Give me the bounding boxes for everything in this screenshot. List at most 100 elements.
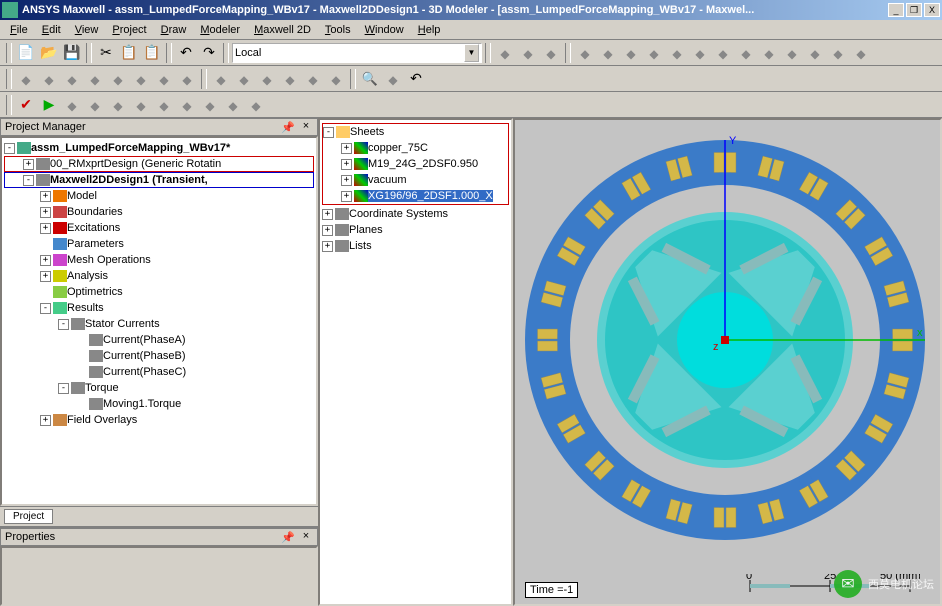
tool-btn[interactable] [597,42,619,64]
sim-btn[interactable] [130,94,152,116]
menu-view[interactable]: View [69,22,105,38]
draw-btn[interactable] [38,68,60,90]
sim-btn[interactable] [176,94,198,116]
draw-btn[interactable] [130,68,152,90]
cut-button[interactable] [95,42,117,64]
menu-project[interactable]: Project [106,22,152,38]
expand-icon[interactable]: + [40,255,51,266]
zoom-btn[interactable] [359,68,381,90]
menu-window[interactable]: Window [359,22,410,38]
sim-btn[interactable] [61,94,83,116]
tool-btn[interactable] [850,42,872,64]
expand-icon[interactable]: + [322,209,333,220]
tree-item[interactable]: Current(PhaseB) [4,348,314,364]
expand-icon[interactable]: - [4,143,15,154]
sim-btn[interactable] [199,94,221,116]
toolbar-grip[interactable] [6,43,12,63]
expand-icon[interactable]: + [322,241,333,252]
menu-draw[interactable]: Draw [155,22,193,38]
tree-item[interactable]: +Model [4,188,314,204]
menu-maxwell2d[interactable]: Maxwell 2D [248,22,317,38]
draw-btn[interactable] [210,68,232,90]
tool-btn[interactable] [517,42,539,64]
tree-item[interactable]: -Results [4,300,314,316]
tool-btn[interactable] [620,42,642,64]
tool-btn[interactable] [827,42,849,64]
tree-root[interactable]: - assm_LumpedForceMapping_WBv17* [4,140,314,156]
tree-item[interactable]: Moving1.Torque [4,396,314,412]
tool-btn[interactable] [804,42,826,64]
expand-icon[interactable]: + [40,415,51,426]
expand-icon[interactable]: - [323,127,334,138]
expand-icon[interactable]: + [40,271,51,282]
sim-btn[interactable] [84,94,106,116]
pin-icon[interactable]: 📌 [281,121,295,134]
coord-system-combo[interactable]: Local ▼ [232,43,482,63]
expand-icon[interactable]: + [40,223,51,234]
project-tree[interactable]: - assm_LumpedForceMapping_WBv17* +00_RMx… [0,136,318,506]
menu-help[interactable]: Help [412,22,447,38]
tab-project[interactable]: Project [4,509,53,524]
sim-btn[interactable] [245,94,267,116]
pin-icon[interactable]: 📌 [281,531,295,544]
expand-icon[interactable]: + [341,175,352,186]
sim-btn[interactable] [107,94,129,116]
model-tree[interactable]: - Sheets +copper_75C+M19_24G_2DSF0.950+v… [318,118,513,606]
draw-btn[interactable] [302,68,324,90]
tree-item[interactable]: +00_RMxprtDesign (Generic Rotatin [4,156,314,172]
toolbar-grip[interactable] [6,95,12,115]
toolbar-grip[interactable] [6,69,12,89]
tree-item[interactable]: Parameters [4,236,314,252]
model-tree-item[interactable]: +copper_75C [323,140,508,156]
menu-edit[interactable]: Edit [36,22,67,38]
tool-btn[interactable] [666,42,688,64]
tree-item[interactable]: -Stator Currents [4,316,314,332]
draw-btn[interactable] [84,68,106,90]
model-tree-root[interactable]: - Sheets [323,124,508,140]
tree-item[interactable]: Current(PhaseC) [4,364,314,380]
tree-item[interactable]: -Torque [4,380,314,396]
tree-item[interactable]: Optimetrics [4,284,314,300]
tree-item[interactable]: -Maxwell2DDesign1 (Transient, [4,172,314,188]
close-button[interactable]: X [924,3,940,17]
menu-tools[interactable]: Tools [319,22,357,38]
expand-icon[interactable]: - [40,303,51,314]
model-tree-item[interactable]: +vacuum [323,172,508,188]
tree-item[interactable]: +Mesh Operations [4,252,314,268]
tool-btn[interactable] [781,42,803,64]
sim-btn[interactable]: ✔ [15,94,37,116]
draw-btn[interactable] [279,68,301,90]
save-button[interactable] [61,42,83,64]
sim-btn[interactable]: ▶ [38,94,60,116]
draw-btn[interactable] [256,68,278,90]
tree-item[interactable]: +Excitations [4,220,314,236]
tool-btn[interactable] [574,42,596,64]
tree-item[interactable]: +Analysis [4,268,314,284]
expand-icon[interactable]: + [23,159,34,170]
copy-button[interactable] [118,42,140,64]
panel-close-button[interactable]: × [299,120,313,134]
tool-btn[interactable] [689,42,711,64]
restore-button[interactable]: ❐ [906,3,922,17]
model-tree-item[interactable]: +XG196/96_2DSF1.000_X [323,188,508,204]
draw-btn[interactable] [325,68,347,90]
paste-button[interactable] [141,42,163,64]
tool-btn[interactable] [712,42,734,64]
tool-btn[interactable] [494,42,516,64]
tool-btn[interactable] [643,42,665,64]
model-tree-item[interactable]: +Planes [322,222,509,238]
tree-item[interactable]: +Field Overlays [4,412,314,428]
menu-modeler[interactable]: Modeler [194,22,246,38]
redo-button[interactable] [198,42,220,64]
expand-icon[interactable]: + [341,159,352,170]
sim-btn[interactable] [153,94,175,116]
draw-btn[interactable] [176,68,198,90]
tree-item[interactable]: +Boundaries [4,204,314,220]
expand-icon[interactable]: + [341,143,352,154]
draw-btn[interactable] [107,68,129,90]
view-btn[interactable] [405,68,427,90]
model-tree-item[interactable]: +Lists [322,238,509,254]
expand-icon[interactable]: - [58,319,69,330]
minimize-button[interactable]: _ [888,3,904,17]
expand-icon[interactable]: + [40,207,51,218]
